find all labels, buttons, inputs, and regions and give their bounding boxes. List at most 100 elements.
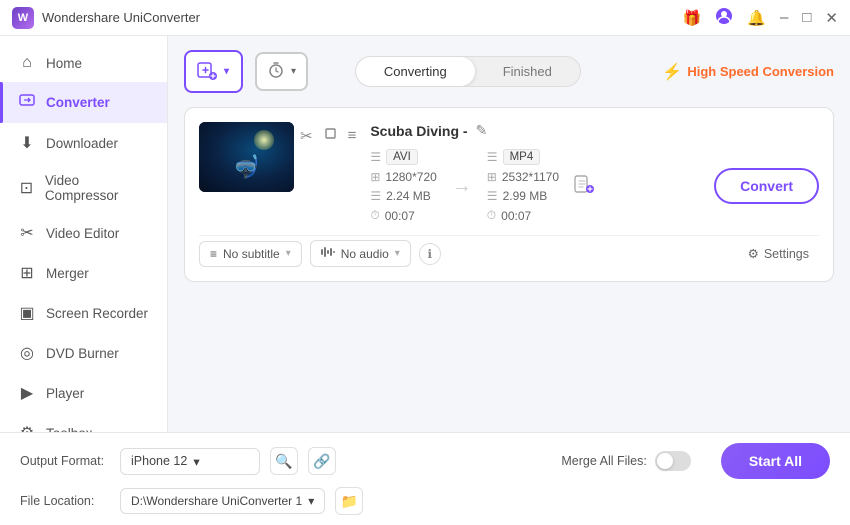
downloader-icon: ⬇ — [18, 133, 36, 153]
merge-label: Merge All Files: — [561, 454, 646, 468]
add-file-icon — [196, 59, 218, 84]
source-resolution-item: ⊞ 1280*720 — [370, 170, 436, 184]
convert-button[interactable]: Convert — [714, 168, 819, 204]
subtitle-select[interactable]: ≡ No subtitle ▾ — [199, 241, 302, 267]
file-card: 🤿 ✂ ≡ — [184, 107, 834, 282]
tab-finished[interactable]: Finished — [475, 57, 580, 86]
source-size-item: ☰ 2.24 MB — [370, 189, 436, 203]
conversion-settings-button[interactable]: ▾ — [255, 52, 308, 91]
sidebar-item-label: Toolbox — [46, 426, 93, 433]
cut-icon[interactable]: ✂ — [300, 127, 313, 145]
sidebar-item-label: Downloader — [46, 136, 118, 151]
output-format-value: iPhone 12 — [131, 454, 187, 468]
target-size-item: ☰ 2.99 MB — [487, 189, 559, 203]
crop-icon[interactable] — [323, 126, 338, 145]
file-card-bottom: ≡ No subtitle ▾ No audio — [199, 235, 819, 267]
merger-icon: ⊞ — [18, 263, 36, 283]
high-speed-badge[interactable]: ⚡ High Speed Conversion — [662, 62, 834, 82]
dvd-burner-icon: ◎ — [18, 343, 36, 363]
speed-label: High Speed Conversion — [687, 64, 834, 79]
info-button[interactable]: ℹ — [419, 243, 441, 265]
subtitle-label: No subtitle — [223, 247, 280, 261]
target-duration-item: ⏱ 00:07 — [487, 208, 559, 223]
info-icon: ℹ — [428, 247, 433, 261]
audio-select[interactable]: No audio ▾ — [310, 240, 411, 267]
folder-icon: 📁 — [341, 493, 358, 510]
output-format-select[interactable]: iPhone 12 ▾ — [120, 448, 260, 475]
tab-converting[interactable]: Converting — [356, 57, 475, 86]
sidebar-item-label: Video Compressor — [45, 173, 149, 203]
duration-icon: ⏱ — [370, 208, 379, 223]
subtitle-chevron-icon: ▾ — [286, 248, 291, 259]
sidebar-item-video-compressor[interactable]: ⊡ Video Compressor — [0, 163, 167, 213]
sidebar-item-toolbox[interactable]: ⚙ Toolbox — [0, 413, 167, 432]
add-file-button[interactable]: ▾ — [184, 50, 243, 93]
location-chevron-icon: ▾ — [308, 494, 314, 508]
settings-link-button[interactable]: ⚙ Settings — [738, 241, 819, 266]
link-button[interactable]: 🔗 — [308, 447, 336, 475]
account-icon[interactable] — [715, 7, 733, 29]
search-icon: 🔍 — [275, 453, 292, 470]
bottom-row-format: Output Format: iPhone 12 ▾ 🔍 🔗 Merge All… — [20, 443, 830, 479]
edit-filename-icon[interactable]: ✎ — [476, 122, 488, 139]
app-title: Wondershare UniConverter — [42, 10, 200, 25]
video-editor-icon: ✂ — [18, 223, 36, 243]
thumbnail-bg: 🤿 — [199, 122, 294, 192]
minimize-icon[interactable]: – — [780, 9, 788, 26]
file-thumbnail: 🤿 — [199, 122, 294, 192]
screen-recorder-icon: ▣ — [18, 303, 36, 323]
file-actions: ✂ ≡ — [300, 122, 356, 149]
close-icon[interactable]: ✕ — [825, 9, 838, 27]
target-meta: ☰ MP4 ⊞ 2532*1170 ☰ 2.99 MB — [487, 149, 559, 223]
video-compressor-icon: ⊡ — [18, 178, 35, 198]
converter-icon — [18, 92, 36, 113]
browse-folder-button[interactable]: 📁 — [335, 487, 363, 515]
file-name: Scuba Diving - — [370, 123, 467, 139]
gift-icon[interactable]: 🎁 — [683, 9, 702, 27]
audio-label: No audio — [341, 247, 389, 261]
sidebar-item-converter[interactable]: Converter — [0, 82, 167, 123]
file-card-top: 🤿 ✂ ≡ — [199, 122, 819, 223]
format-settings-icon[interactable] — [573, 173, 595, 200]
settings-link-label: Settings — [764, 247, 809, 261]
bell-icon[interactable]: 🔔 — [747, 9, 766, 27]
toggle-thumb — [657, 453, 673, 469]
target-size: 2.99 MB — [503, 189, 548, 203]
target-resolution-icon: ⊞ — [487, 170, 497, 184]
sidebar-item-label: Converter — [46, 95, 110, 110]
sidebar-item-label: Screen Recorder — [46, 306, 148, 321]
sidebar-item-home[interactable]: ⌂ Home — [0, 44, 167, 82]
maximize-icon[interactable]: □ — [802, 9, 811, 26]
link-icon: 🔗 — [313, 453, 330, 470]
conversion-arrow-icon: → — [452, 175, 472, 198]
format-chevron-icon: ▾ — [193, 454, 199, 469]
sidebar-item-merger[interactable]: ⊞ Merger — [0, 253, 167, 293]
bottom-bar: Output Format: iPhone 12 ▾ 🔍 🔗 Merge All… — [0, 432, 850, 525]
file-location-select[interactable]: D:\Wondershare UniConverter 1 ▾ — [120, 488, 325, 514]
sidebar-item-label: Home — [46, 56, 82, 71]
sidebar-item-label: Merger — [46, 266, 89, 281]
home-icon: ⌂ — [18, 54, 36, 72]
sidebar-item-downloader[interactable]: ⬇ Downloader — [0, 123, 167, 163]
tab-group: Converting Finished — [355, 56, 581, 87]
sidebar-item-video-editor[interactable]: ✂ Video Editor — [0, 213, 167, 253]
sidebar-item-screen-recorder[interactable]: ▣ Screen Recorder — [0, 293, 167, 333]
timer-icon — [267, 61, 285, 82]
file-info: Scuba Diving - ✎ ☰ AVI ⊞ 1280* — [370, 122, 819, 223]
target-format-item: ☰ MP4 — [487, 149, 559, 165]
target-resolution-item: ⊞ 2532*1170 — [487, 170, 559, 184]
target-size-icon: ☰ — [487, 189, 498, 203]
sidebar-item-player[interactable]: ▶ Player — [0, 373, 167, 413]
sidebar-item-label: DVD Burner — [46, 346, 119, 361]
effects-icon[interactable]: ≡ — [348, 127, 357, 144]
merge-toggle[interactable] — [655, 451, 691, 471]
size-icon: ☰ — [370, 189, 381, 203]
sidebar-item-dvd-burner[interactable]: ◎ DVD Burner — [0, 333, 167, 373]
audio-chevron-icon: ▾ — [395, 248, 400, 259]
start-all-button[interactable]: Start All — [721, 443, 830, 479]
resolution-icon: ⊞ — [370, 170, 380, 184]
settings-gear-icon: ⚙ — [748, 246, 759, 261]
output-format-label: Output Format: — [20, 454, 110, 468]
search-format-button[interactable]: 🔍 — [270, 447, 298, 475]
subtitle-icon: ≡ — [210, 247, 217, 261]
